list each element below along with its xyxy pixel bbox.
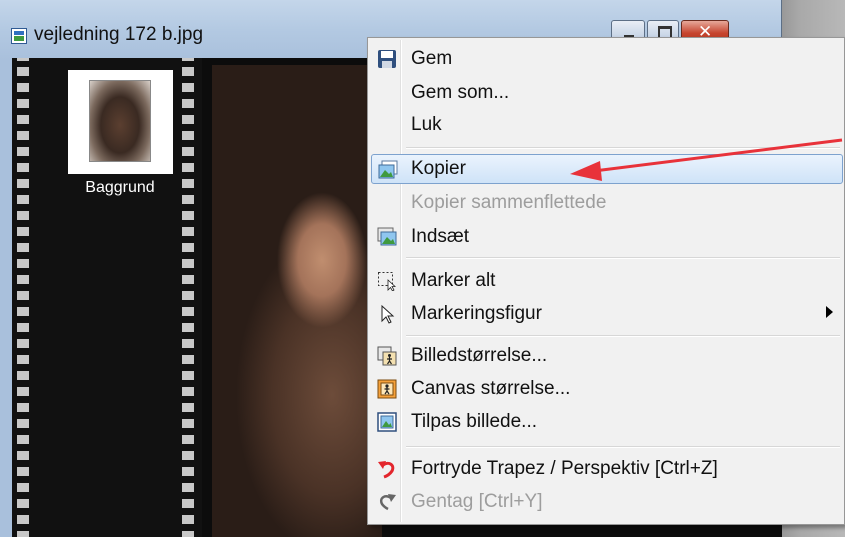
film-perforation-right xyxy=(182,58,194,537)
menu-item-label: Gem som... xyxy=(411,82,510,103)
save-icon xyxy=(378,50,396,68)
fit-image-icon xyxy=(377,412,397,432)
layer-thumbnail-image xyxy=(89,80,151,162)
menu-item-kopier-sammenflettede[interactable]: Kopier sammenflettede xyxy=(371,188,843,218)
menu-item-label: Kopier sammenflettede xyxy=(411,192,607,213)
menu-item-canvas-storrelse[interactable]: Canvas størrelse... xyxy=(371,374,843,404)
film-perforation-left xyxy=(17,58,29,537)
menu-item-label: Canvas størrelse... xyxy=(411,378,571,399)
menu-item-label: Gem xyxy=(411,48,453,69)
image-file-icon xyxy=(11,28,27,44)
menu-item-label: Kopier xyxy=(411,158,466,179)
copy-image-icon xyxy=(378,160,398,179)
photo-preview xyxy=(212,65,382,537)
menu-item-marker-alt[interactable]: Marker alt xyxy=(371,266,843,296)
redo-icon xyxy=(380,494,396,511)
layers-panel: Baggrund xyxy=(12,58,202,537)
menu-item-markeringsfigur[interactable]: Markeringsfigur xyxy=(371,299,843,329)
menu-item-label: Luk xyxy=(411,114,442,135)
menu-item-gem[interactable]: Gem xyxy=(371,44,843,74)
canvas-size-icon xyxy=(377,379,397,399)
menu-item-gentag[interactable]: Gentag [Ctrl+Y] xyxy=(371,487,843,517)
window-title: vejledning 172 b.jpg xyxy=(34,24,204,45)
undo-icon xyxy=(378,461,395,479)
paste-icon xyxy=(377,227,397,246)
layer-label[interactable]: Baggrund xyxy=(72,179,168,197)
layer-thumbnail-baggrund[interactable] xyxy=(68,70,173,174)
menu-item-indsaet[interactable]: Indsæt xyxy=(371,222,843,252)
annotation-arrow-icon xyxy=(570,138,843,181)
image-size-icon xyxy=(377,346,397,366)
menu-item-label: Marker alt xyxy=(411,270,496,291)
menu-separator xyxy=(406,335,840,337)
menu-separator xyxy=(406,257,840,259)
cursor-arrow-icon xyxy=(381,304,395,324)
menu-item-fortryde[interactable]: Fortryde Trapez / Perspektiv [Ctrl+Z] xyxy=(371,454,843,484)
menu-item-label: Billedstørrelse... xyxy=(411,345,548,366)
menu-item-label: Markeringsfigur xyxy=(411,303,542,324)
menu-item-label: Tilpas billede... xyxy=(411,411,538,432)
menu-item-gem-som[interactable]: Gem som... xyxy=(371,78,843,108)
menu-item-tilpas-billede[interactable]: Tilpas billede... xyxy=(371,407,843,437)
menu-item-billedstorrelse[interactable]: Billedstørrelse... xyxy=(371,341,843,371)
menu-item-label: Gentag [Ctrl+Y] xyxy=(411,491,543,512)
select-all-icon xyxy=(378,272,397,291)
submenu-arrow-icon xyxy=(826,306,833,318)
menu-item-label: Fortryde Trapez / Perspektiv [Ctrl+Z] xyxy=(411,458,718,479)
menu-separator xyxy=(406,446,840,448)
context-menu: Gem Gem som... Luk Kopier Kopier sammenf… xyxy=(367,37,845,525)
menu-item-label: Indsæt xyxy=(411,226,470,247)
